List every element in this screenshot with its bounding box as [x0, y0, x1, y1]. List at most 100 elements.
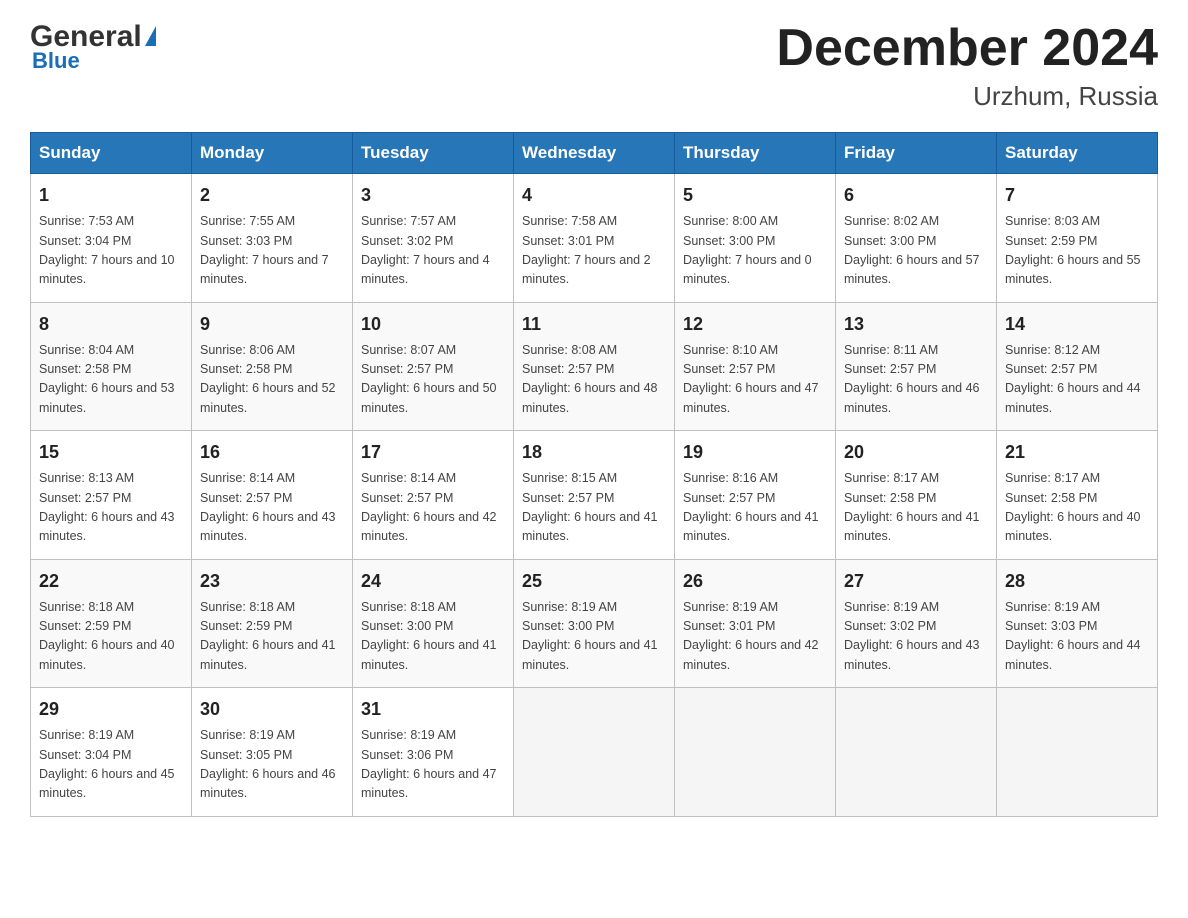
calendar-cell: 24Sunrise: 8:18 AMSunset: 3:00 PMDayligh… — [353, 559, 514, 688]
day-number: 2 — [200, 182, 344, 209]
day-info: Sunrise: 8:17 AMSunset: 2:58 PMDaylight:… — [844, 469, 988, 547]
calendar-cell: 22 Sunrise: 8:18 AMSunset: 2:59 PMDayligh… — [31, 559, 192, 688]
day-number: 6 — [844, 182, 988, 209]
day-number: 22 — [39, 568, 183, 595]
day-number: 27 — [844, 568, 988, 595]
page-header: General Blue December 2024 Urzhum, Russi… — [30, 20, 1158, 112]
day-number: 18 — [522, 439, 666, 466]
calendar-cell: 5 Sunrise: 8:00 AMSunset: 3:00 PMDaylight… — [675, 174, 836, 303]
calendar-cell: 19 Sunrise: 8:16 AMSunset: 2:57 PMDayligh… — [675, 431, 836, 560]
calendar-cell: 15Sunrise: 8:13 AMSunset: 2:57 PMDayligh… — [31, 431, 192, 560]
weekday-header-wednesday: Wednesday — [514, 133, 675, 174]
calendar-cell: 12 Sunrise: 8:10 AMSunset: 2:57 PMDayligh… — [675, 302, 836, 431]
calendar-cell: 26Sunrise: 8:19 AMSunset: 3:01 PMDayligh… — [675, 559, 836, 688]
calendar-cell — [836, 688, 997, 817]
weekday-header-thursday: Thursday — [675, 133, 836, 174]
month-title: December 2024 — [776, 20, 1158, 77]
day-number: 11 — [522, 311, 666, 338]
day-info: Sunrise: 8:16 AMSunset: 2:57 PMDaylight:… — [683, 469, 827, 547]
calendar-cell: 29 Sunrise: 8:19 AMSunset: 3:04 PMDayligh… — [31, 688, 192, 817]
calendar-cell: 3 Sunrise: 7:57 AMSunset: 3:02 PMDaylight… — [353, 174, 514, 303]
calendar-cell: 27 Sunrise: 8:19 AMSunset: 3:02 PMDayligh… — [836, 559, 997, 688]
calendar-week-row: 22 Sunrise: 8:18 AMSunset: 2:59 PMDayligh… — [31, 559, 1158, 688]
day-number: 23 — [200, 568, 344, 595]
calendar-cell: 23 Sunrise: 8:18 AMSunset: 2:59 PMDayligh… — [192, 559, 353, 688]
day-info: Sunrise: 8:10 AMSunset: 2:57 PMDaylight:… — [683, 341, 827, 419]
day-number: 24 — [361, 568, 505, 595]
day-info: Sunrise: 8:19 AMSunset: 3:04 PMDaylight:… — [39, 726, 183, 804]
calendar-cell — [997, 688, 1158, 817]
calendar-cell: 25Sunrise: 8:19 AMSunset: 3:00 PMDayligh… — [514, 559, 675, 688]
day-info: Sunrise: 8:06 AMSunset: 2:58 PMDaylight:… — [200, 341, 344, 419]
day-number: 4 — [522, 182, 666, 209]
day-info: Sunrise: 8:19 AMSunset: 3:05 PMDaylight:… — [200, 726, 344, 804]
day-number: 10 — [361, 311, 505, 338]
day-number: 14 — [1005, 311, 1149, 338]
day-info: Sunrise: 8:14 AMSunset: 2:57 PMDaylight:… — [361, 469, 505, 547]
calendar-cell: 7 Sunrise: 8:03 AMSunset: 2:59 PMDaylight… — [997, 174, 1158, 303]
day-info: Sunrise: 8:19 AMSunset: 3:06 PMDaylight:… — [361, 726, 505, 804]
day-info: Sunrise: 8:00 AMSunset: 3:00 PMDaylight:… — [683, 212, 827, 290]
day-info: Sunrise: 8:13 AMSunset: 2:57 PMDaylight:… — [39, 469, 183, 547]
calendar-week-row: 29 Sunrise: 8:19 AMSunset: 3:04 PMDayligh… — [31, 688, 1158, 817]
day-number: 28 — [1005, 568, 1149, 595]
weekday-header-saturday: Saturday — [997, 133, 1158, 174]
day-number: 17 — [361, 439, 505, 466]
day-info: Sunrise: 8:19 AMSunset: 3:03 PMDaylight:… — [1005, 598, 1149, 676]
calendar-cell: 20Sunrise: 8:17 AMSunset: 2:58 PMDayligh… — [836, 431, 997, 560]
day-number: 26 — [683, 568, 827, 595]
day-info: Sunrise: 8:08 AMSunset: 2:57 PMDaylight:… — [522, 341, 666, 419]
day-info: Sunrise: 8:19 AMSunset: 3:02 PMDaylight:… — [844, 598, 988, 676]
weekday-header-tuesday: Tuesday — [353, 133, 514, 174]
logo-blue-text: Blue — [32, 48, 80, 74]
day-number: 7 — [1005, 182, 1149, 209]
logo-triangle-icon — [145, 26, 156, 46]
calendar-cell: 9 Sunrise: 8:06 AMSunset: 2:58 PMDaylight… — [192, 302, 353, 431]
calendar-cell: 30 Sunrise: 8:19 AMSunset: 3:05 PMDayligh… — [192, 688, 353, 817]
day-info: Sunrise: 8:12 AMSunset: 2:57 PMDaylight:… — [1005, 341, 1149, 419]
day-info: Sunrise: 8:11 AMSunset: 2:57 PMDaylight:… — [844, 341, 988, 419]
day-number: 12 — [683, 311, 827, 338]
calendar-cell: 8Sunrise: 8:04 AMSunset: 2:58 PMDaylight… — [31, 302, 192, 431]
weekday-header-row: SundayMondayTuesdayWednesdayThursdayFrid… — [31, 133, 1158, 174]
day-number: 19 — [683, 439, 827, 466]
calendar-cell — [514, 688, 675, 817]
calendar-cell: 2 Sunrise: 7:55 AMSunset: 3:03 PMDaylight… — [192, 174, 353, 303]
day-info: Sunrise: 8:07 AMSunset: 2:57 PMDaylight:… — [361, 341, 505, 419]
calendar-table: SundayMondayTuesdayWednesdayThursdayFrid… — [30, 132, 1158, 817]
day-info: Sunrise: 8:15 AMSunset: 2:57 PMDaylight:… — [522, 469, 666, 547]
day-info: Sunrise: 8:03 AMSunset: 2:59 PMDaylight:… — [1005, 212, 1149, 290]
calendar-cell: 28 Sunrise: 8:19 AMSunset: 3:03 PMDayligh… — [997, 559, 1158, 688]
calendar-cell: 10 Sunrise: 8:07 AMSunset: 2:57 PMDayligh… — [353, 302, 514, 431]
calendar-week-row: 1Sunrise: 7:53 AMSunset: 3:04 PMDaylight… — [31, 174, 1158, 303]
calendar-cell: 17 Sunrise: 8:14 AMSunset: 2:57 PMDayligh… — [353, 431, 514, 560]
calendar-cell: 16Sunrise: 8:14 AMSunset: 2:57 PMDayligh… — [192, 431, 353, 560]
calendar-title-area: December 2024 Urzhum, Russia — [776, 20, 1158, 112]
location-title: Urzhum, Russia — [776, 81, 1158, 112]
calendar-cell — [675, 688, 836, 817]
weekday-header-friday: Friday — [836, 133, 997, 174]
calendar-cell: 18 Sunrise: 8:15 AMSunset: 2:57 PMDayligh… — [514, 431, 675, 560]
day-number: 29 — [39, 696, 183, 723]
day-info: Sunrise: 7:55 AMSunset: 3:03 PMDaylight:… — [200, 212, 344, 290]
day-number: 5 — [683, 182, 827, 209]
calendar-week-row: 8Sunrise: 8:04 AMSunset: 2:58 PMDaylight… — [31, 302, 1158, 431]
day-info: Sunrise: 8:02 AMSunset: 3:00 PMDaylight:… — [844, 212, 988, 290]
day-number: 25 — [522, 568, 666, 595]
day-info: Sunrise: 8:18 AMSunset: 2:59 PMDaylight:… — [200, 598, 344, 676]
day-info: Sunrise: 7:58 AMSunset: 3:01 PMDaylight:… — [522, 212, 666, 290]
day-info: Sunrise: 8:04 AMSunset: 2:58 PMDaylight:… — [39, 341, 183, 419]
weekday-header-monday: Monday — [192, 133, 353, 174]
logo: General Blue — [30, 20, 156, 74]
day-info: Sunrise: 8:18 AMSunset: 2:59 PMDaylight:… — [39, 598, 183, 676]
day-number: 9 — [200, 311, 344, 338]
calendar-cell: 21Sunrise: 8:17 AMSunset: 2:58 PMDayligh… — [997, 431, 1158, 560]
day-number: 1 — [39, 182, 183, 209]
day-info: Sunrise: 8:14 AMSunset: 2:57 PMDaylight:… — [200, 469, 344, 547]
weekday-header-sunday: Sunday — [31, 133, 192, 174]
calendar-week-row: 15Sunrise: 8:13 AMSunset: 2:57 PMDayligh… — [31, 431, 1158, 560]
day-number: 3 — [361, 182, 505, 209]
day-number: 30 — [200, 696, 344, 723]
calendar-cell: 13Sunrise: 8:11 AMSunset: 2:57 PMDayligh… — [836, 302, 997, 431]
day-info: Sunrise: 7:57 AMSunset: 3:02 PMDaylight:… — [361, 212, 505, 290]
